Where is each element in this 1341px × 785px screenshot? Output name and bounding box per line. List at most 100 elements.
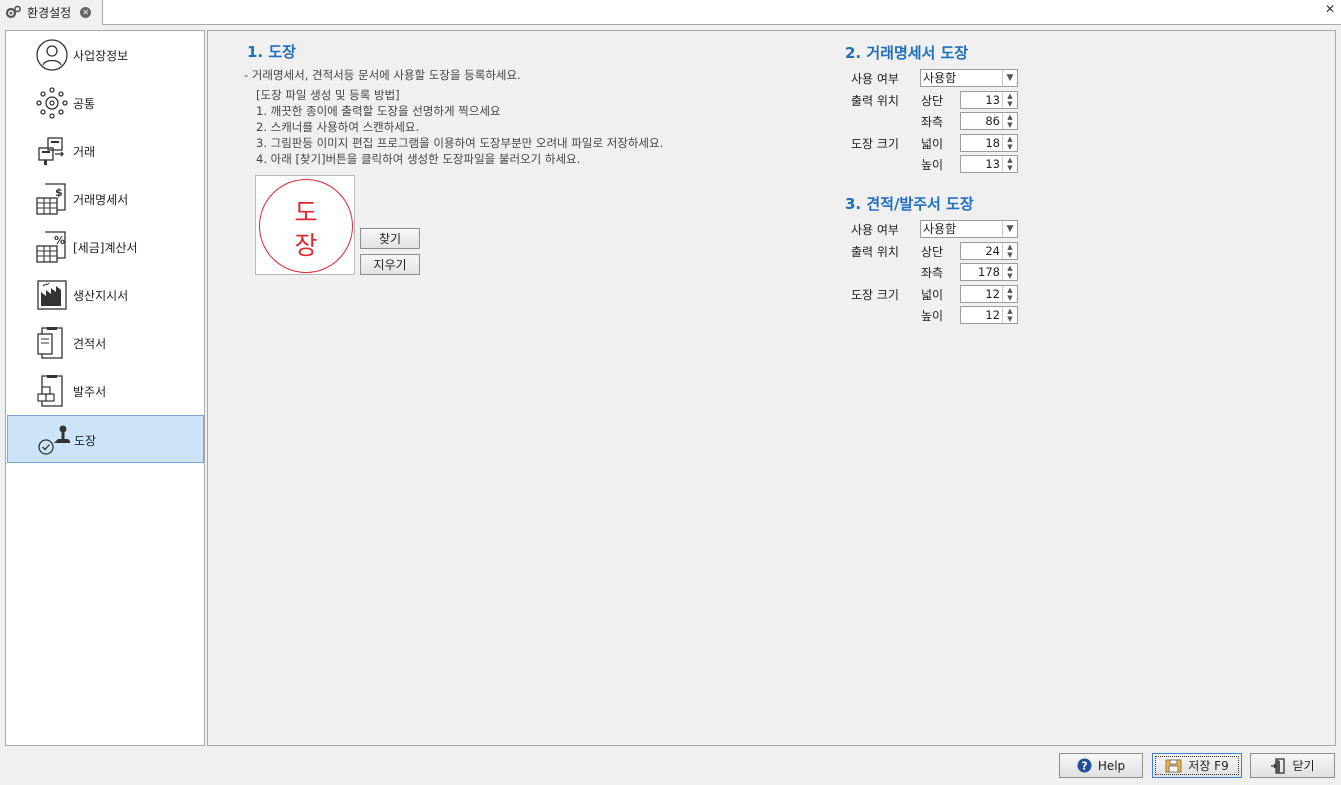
- help-button[interactable]: ? Help: [1059, 753, 1143, 778]
- settings-panel: 1. 도장 - 거래명세서, 견적서등 문서에 사용할 도장을 등록하세요. […: [207, 30, 1336, 746]
- sidebar-item-stamp[interactable]: 도장: [7, 415, 204, 463]
- section1-title: 1. 도장: [247, 43, 296, 61]
- gears-icon: [5, 5, 21, 19]
- close-label: 닫기: [1292, 759, 1315, 773]
- sidebar-item-label: 생산지시서: [73, 289, 129, 303]
- tab-title: 환경설정: [27, 6, 72, 20]
- order-icon: [37, 375, 63, 407]
- spinner-arrows-icon[interactable]: ▲ ▼: [1002, 135, 1017, 151]
- s3-width-value: 12: [985, 287, 1000, 301]
- s3-width-label: 넓이: [921, 288, 944, 302]
- transaction-icon: [38, 137, 64, 165]
- spinner-arrows-icon[interactable]: ▲ ▼: [1002, 243, 1017, 259]
- s3-size-label: 도장 크기: [851, 288, 899, 302]
- spinner-arrows-icon[interactable]: ▲ ▼: [1002, 156, 1017, 172]
- step-1: 1. 깨끗한 종이에 출력할 도장을 선명하게 찍으세요: [256, 104, 501, 118]
- s2-top-stepper[interactable]: 13 ▲ ▼: [960, 91, 1018, 109]
- help-label: Help: [1097, 758, 1126, 773]
- s3-use-label: 사용 여부: [851, 223, 899, 237]
- chevron-down-icon: ▼: [1002, 70, 1017, 86]
- s2-width-value: 18: [985, 136, 1000, 150]
- window-close-icon[interactable]: ✕: [1325, 2, 1335, 16]
- s2-left-value: 86: [985, 114, 1000, 128]
- spinner-arrows-icon[interactable]: ▲ ▼: [1002, 92, 1017, 108]
- s2-left-stepper[interactable]: 86 ▲ ▼: [960, 112, 1018, 130]
- statement-icon: $: [36, 183, 66, 215]
- save-label: 저장 F9: [1188, 759, 1229, 773]
- sidebar-item-tax-invoice[interactable]: % [세금]계산서: [7, 223, 204, 271]
- s3-use-select[interactable]: 사용함 ▼: [920, 220, 1018, 238]
- stamp-char-bottom: 장: [294, 231, 318, 260]
- s3-top-label: 상단: [921, 245, 944, 259]
- sidebar-item-business-info[interactable]: 사업장정보: [7, 31, 204, 79]
- step-3: 3. 그림판등 이미지 편집 프로그램을 이용하여 도장부분만 오려내 파일로 …: [256, 136, 664, 150]
- s3-left-value: 178: [978, 265, 1000, 279]
- spinner-arrows-icon[interactable]: ▲ ▼: [1002, 113, 1017, 129]
- sidebar-item-production-order[interactable]: 생산지시서: [7, 271, 204, 319]
- svg-text:?: ?: [1081, 760, 1087, 773]
- s3-width-stepper[interactable]: 12 ▲ ▼: [960, 285, 1018, 303]
- s2-use-select[interactable]: 사용함 ▼: [920, 69, 1018, 87]
- find-button[interactable]: 찾기: [360, 228, 420, 249]
- stamp-char-top: 도: [294, 198, 318, 227]
- svg-text:$: $: [55, 186, 63, 199]
- tax-invoice-icon: %: [36, 231, 66, 263]
- step-2: 2. 스캐너를 사용하여 스캔하세요.: [256, 120, 420, 134]
- s3-top-value: 24: [985, 244, 1000, 258]
- sidebar-item-statement[interactable]: $ 거래명세서: [7, 175, 204, 223]
- sidebar-item-label: 공통: [73, 97, 96, 111]
- s3-height-value: 12: [985, 308, 1000, 322]
- tab-bar: 환경설정 ✕ ✕: [0, 0, 1341, 25]
- s3-left-stepper[interactable]: 178 ▲ ▼: [960, 263, 1018, 281]
- sidebar-item-label: [세금]계산서: [73, 241, 138, 255]
- estimate-icon: [37, 327, 63, 359]
- sidebar-item-common[interactable]: 공통: [7, 79, 204, 127]
- s3-top-stepper[interactable]: 24 ▲ ▼: [960, 242, 1018, 260]
- svg-text:%: %: [54, 234, 65, 247]
- save-icon: [1165, 759, 1182, 773]
- step-4: 4. 아래 [찾기]버튼을 클릭하여 생성한 도장파일을 불러오기 하세요.: [256, 152, 581, 166]
- spinner-arrows-icon[interactable]: ▲ ▼: [1002, 286, 1017, 302]
- s2-height-stepper[interactable]: 13 ▲ ▼: [960, 155, 1018, 173]
- sidebar-item-label: 견적서: [73, 337, 107, 351]
- s2-width-label: 넓이: [921, 137, 944, 151]
- steps-title: [도장 파일 생성 및 등록 방법]: [256, 88, 400, 102]
- sidebar-item-label: 거래명세서: [73, 193, 129, 207]
- spinner-arrows-icon[interactable]: ▲ ▼: [1002, 307, 1017, 323]
- s2-left-label: 좌측: [921, 115, 944, 129]
- close-button[interactable]: 닫기: [1250, 753, 1335, 778]
- s3-height-label: 높이: [921, 309, 944, 323]
- s2-height-label: 높이: [921, 158, 944, 172]
- tab-settings[interactable]: 환경설정 ✕: [0, 0, 103, 25]
- sidebar-item-purchase-order[interactable]: 발주서: [7, 367, 204, 415]
- sidebar-item-label: 발주서: [73, 385, 107, 399]
- sidebar-item-label: 사업장정보: [73, 49, 129, 63]
- s3-position-label: 출력 위치: [851, 245, 899, 259]
- section1-intro: - 거래명세서, 견적서등 문서에 사용할 도장을 등록하세요.: [244, 68, 521, 82]
- s2-use-label: 사용 여부: [851, 72, 899, 86]
- help-icon: ?: [1077, 758, 1092, 773]
- sidebar-item-estimate[interactable]: 견적서: [7, 319, 204, 367]
- sidebar-item-label: 거래: [73, 145, 96, 159]
- chevron-down-icon: ▼: [1002, 221, 1017, 237]
- s2-use-value: 사용함: [923, 71, 957, 85]
- s2-position-label: 출력 위치: [851, 94, 899, 108]
- sidebar-item-label: 도장: [74, 434, 97, 448]
- exit-door-icon: [1271, 757, 1286, 774]
- s2-top-label: 상단: [921, 94, 944, 108]
- s2-height-value: 13: [985, 157, 1000, 171]
- factory-icon: [37, 280, 67, 310]
- s3-height-stepper[interactable]: 12 ▲ ▼: [960, 306, 1018, 324]
- sidebar-item-transaction[interactable]: 거래: [7, 127, 204, 175]
- save-button[interactable]: 저장 F9: [1152, 753, 1242, 778]
- stamp-icon: [38, 425, 70, 455]
- spinner-arrows-icon[interactable]: ▲ ▼: [1002, 264, 1017, 280]
- tab-close-icon[interactable]: ✕: [80, 7, 92, 18]
- clear-button[interactable]: 지우기: [360, 254, 420, 275]
- sidebar: 사업장정보 공통 거래 $ 거래명세서 % [세금]계산서 생산지시서 견적서 …: [5, 30, 205, 746]
- s3-left-label: 좌측: [921, 266, 944, 280]
- section3-title: 3. 견적/발주서 도장: [845, 195, 974, 213]
- stamp-preview: 도 장: [255, 175, 355, 275]
- gear-icon: [36, 87, 68, 119]
- s2-width-stepper[interactable]: 18 ▲ ▼: [960, 134, 1018, 152]
